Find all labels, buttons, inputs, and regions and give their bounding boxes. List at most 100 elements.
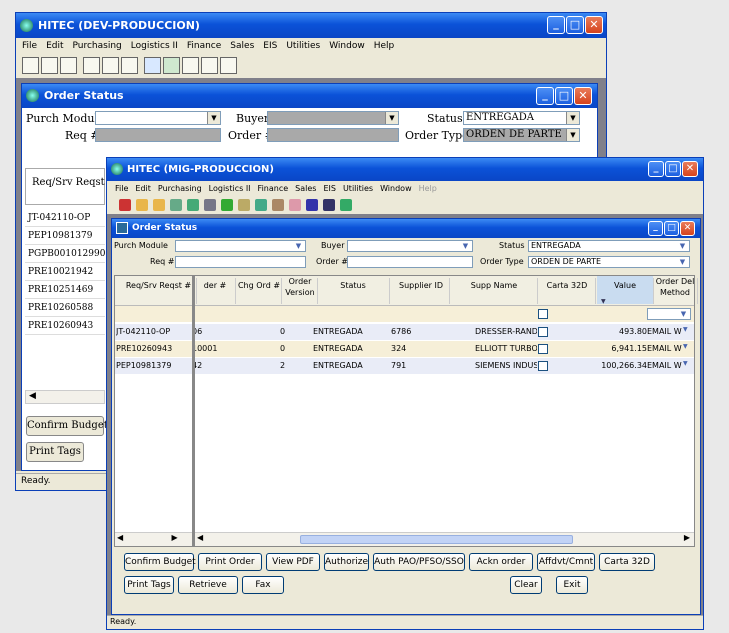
chart-icon[interactable]	[323, 199, 335, 211]
buyer-select[interactable]: ▼	[347, 240, 473, 252]
close-button[interactable]: ✕	[682, 161, 698, 177]
child-minimize-button[interactable]: _	[648, 221, 663, 236]
back-confirm-budget-button[interactable]: Confirm Budget	[26, 416, 108, 436]
method-filter-select[interactable]: ▼	[647, 308, 691, 320]
button-exit[interactable]: Exit	[556, 576, 588, 594]
button-ackn-order[interactable]: Ackn order	[469, 553, 533, 571]
carta-filter-checkbox[interactable]	[538, 309, 548, 319]
table-row[interactable]: PEP10981379 42 2 ENTREGADA 791 SIEMENS INDUST…	[115, 358, 694, 374]
button-retrieve[interactable]: Retrieve	[178, 576, 238, 594]
filter-icon[interactable]	[289, 199, 301, 211]
menu-item-edit[interactable]: Edit	[135, 181, 151, 196]
menu-item-purchasing[interactable]: Purchasing	[73, 38, 122, 54]
table-row[interactable]: PRE10251469	[25, 281, 105, 299]
cut-icon[interactable]	[22, 57, 39, 74]
maximize-button[interactable]: □	[566, 16, 584, 34]
exit-icon[interactable]	[201, 57, 218, 74]
bold-icon[interactable]	[306, 199, 318, 211]
method-select[interactable]: ▼	[683, 326, 693, 338]
carta-checkbox[interactable]	[538, 361, 548, 371]
button-confirm-budget[interactable]: Confirm Budget	[124, 553, 196, 571]
menu-item-eis[interactable]: EIS	[323, 181, 336, 196]
button-clear[interactable]: Clear	[510, 576, 542, 594]
status-select[interactable]: ENTREGADA ▼	[528, 240, 690, 252]
child-maximize-button[interactable]: □	[555, 87, 573, 105]
copy-icon[interactable]	[41, 57, 58, 74]
paste-icon[interactable]	[60, 57, 77, 74]
table-row[interactable]: JT-042110-OP 06 0 ENTREGADA 6786 DRESSER-RAND…	[115, 324, 694, 340]
button-print-order[interactable]: Print Order	[198, 553, 262, 571]
carta-checkbox[interactable]	[538, 327, 548, 337]
button-carta-32d[interactable]: Carta 32D	[599, 553, 655, 571]
open-icon[interactable]	[153, 199, 165, 211]
method-select[interactable]: ▼	[683, 343, 693, 355]
close-button[interactable]: ✕	[585, 16, 603, 34]
menu-item-help[interactable]: Help	[374, 38, 395, 54]
sort-icon[interactable]	[272, 199, 284, 211]
carta-checkbox[interactable]	[538, 344, 548, 354]
menu-item-eis[interactable]: EIS	[263, 38, 277, 54]
order-input[interactable]	[347, 256, 473, 268]
menu-item-window[interactable]: Window	[380, 181, 412, 196]
minimize-button[interactable]: _	[648, 161, 664, 177]
purch-module-select[interactable]: ▼	[175, 240, 306, 252]
close-icon[interactable]	[119, 199, 131, 211]
find-icon[interactable]	[255, 199, 267, 211]
button-fax[interactable]: Fax	[242, 576, 284, 594]
column-header-ver2[interactable]: Version	[283, 288, 317, 297]
menu-item-logistics-ii[interactable]: Logistics II	[131, 38, 178, 54]
button-auth-pao-pfso-sso[interactable]: Auth PAO/PFSO/SSO	[373, 553, 465, 571]
table-row[interactable]: PRE10021942	[25, 263, 105, 281]
table-row[interactable]: PRE10260943	[25, 317, 105, 335]
menu-item-finance[interactable]: Finance	[187, 38, 221, 54]
new-icon[interactable]	[136, 199, 148, 211]
column-header-status[interactable]: Status	[317, 281, 389, 290]
table-row[interactable]: PRE10260943 10001 0 ENTREGADA 324 ELLIOTT TUR…	[115, 341, 694, 357]
tools-icon[interactable]	[204, 199, 216, 211]
purch-module-select[interactable]: ▼	[95, 111, 221, 125]
order-type-select[interactable]: ORDEN DE PARTE ▼	[463, 128, 580, 142]
column-header-del1[interactable]: Order Del	[653, 277, 697, 286]
menu-item-window[interactable]: Window	[329, 38, 365, 54]
column-header-del2[interactable]: Method	[653, 288, 697, 297]
menu-item-logistics-ii[interactable]: Logistics II	[209, 181, 251, 196]
button-print-tags[interactable]: Print Tags	[124, 576, 174, 594]
menu-item-file[interactable]: File	[115, 181, 128, 196]
button-view-pdf[interactable]: View PDF	[266, 553, 320, 571]
child-maximize-button[interactable]: □	[664, 221, 679, 236]
buyer-select[interactable]: ▼	[267, 111, 399, 125]
table-row[interactable]: JT-042110-OP	[25, 209, 105, 227]
print-icon[interactable]	[83, 57, 100, 74]
menu-item-utilities[interactable]: Utilities	[343, 181, 373, 196]
column-header-supp_name[interactable]: Supp Name	[451, 281, 537, 290]
menu-item-sales[interactable]: Sales	[230, 38, 254, 54]
child-minimize-button[interactable]: _	[536, 87, 554, 105]
child-close-button[interactable]: ✕	[574, 87, 592, 105]
menu-item-purchasing[interactable]: Purchasing	[158, 181, 202, 196]
child-close-button[interactable]: ✕	[680, 221, 695, 236]
column-header-req[interactable]: Req/Srv Reqst #	[121, 281, 196, 290]
column-header-supplier[interactable]: Supplier ID	[393, 281, 449, 290]
column-header-order[interactable]: der #	[195, 281, 235, 290]
mail-icon[interactable]	[102, 57, 119, 74]
money-icon[interactable]	[221, 199, 233, 211]
search-icon[interactable]	[187, 199, 199, 211]
minimize-button[interactable]: _	[547, 16, 565, 34]
button-affdvt-cmnt[interactable]: Affdvt/Cmnt	[537, 553, 595, 571]
column-header-carta[interactable]: Carta 32D	[539, 281, 595, 290]
print-icon[interactable]	[340, 199, 352, 211]
table-row[interactable]: PGPB0010129909	[25, 245, 111, 263]
order-input[interactable]	[267, 128, 399, 142]
status-select[interactable]: ENTREGADA ▼	[463, 111, 580, 125]
method-select[interactable]: ▼	[683, 360, 693, 372]
table-row[interactable]: PRE10260588	[25, 299, 105, 317]
scroll-thumb[interactable]	[300, 535, 573, 544]
envelope-icon[interactable]	[121, 57, 138, 74]
notes-icon[interactable]	[182, 57, 199, 74]
word-icon[interactable]	[144, 57, 161, 74]
menu-item-file[interactable]: File	[22, 38, 37, 54]
req-input[interactable]	[175, 256, 306, 268]
menu-item-finance[interactable]: Finance	[258, 181, 289, 196]
column-header-chg[interactable]: Chg Ord #	[237, 281, 281, 290]
column-header-ver1[interactable]: Order	[283, 277, 317, 286]
